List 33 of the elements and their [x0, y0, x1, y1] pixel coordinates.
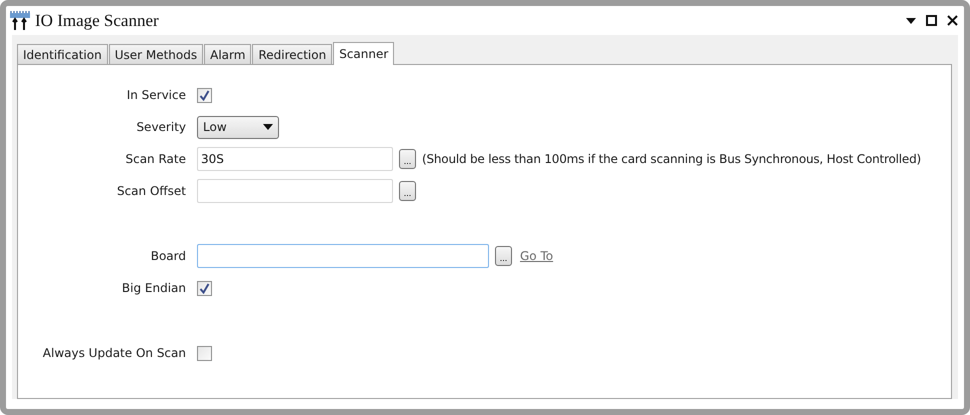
browse-button[interactable]: ... — [399, 149, 416, 169]
field-label: Severity — [135, 120, 186, 134]
dropdown[interactable]: Low — [197, 116, 279, 138]
tab[interactable]: Redirection — [252, 44, 332, 64]
field-label: Board — [150, 249, 186, 263]
close-icon[interactable] — [947, 15, 958, 26]
tab[interactable]: User Methods — [108, 44, 204, 64]
hint-text: (Should be less than 100ms if the card scanning is Bus Synchronous, Host Controlled) — [422, 152, 921, 166]
checkbox[interactable] — [197, 88, 212, 102]
checkmark-icon — [199, 90, 210, 100]
tab[interactable]: Alarm — [204, 44, 252, 64]
tab[interactable]: Identification — [17, 44, 108, 64]
field-label: Always Update On Scan — [42, 346, 186, 360]
input-field[interactable] — [197, 179, 393, 203]
input-field[interactable]: 30S — [197, 147, 393, 171]
caret-icon — [263, 124, 273, 130]
input-field[interactable] — [197, 244, 489, 268]
field-label: Scan Rate — [124, 152, 186, 166]
checkmark-icon — [199, 282, 210, 294]
checkbox[interactable] — [197, 280, 212, 296]
field-label: In Service — [126, 88, 186, 102]
maximize-icon[interactable] — [926, 15, 937, 26]
tab[interactable]: Scanner — [333, 42, 394, 65]
browse-button[interactable]: ... — [495, 246, 512, 266]
browse-button[interactable]: ... — [399, 181, 416, 201]
field-label: Scan Offset — [116, 184, 186, 198]
window-title: IO Image Scanner — [35, 10, 160, 30]
checkbox[interactable] — [197, 346, 212, 360]
dropdown-value: Low — [203, 120, 227, 134]
scanner-icon — [9, 10, 31, 30]
dropdown-icon[interactable] — [906, 18, 916, 24]
go-to-link[interactable]: Go To — [520, 249, 554, 263]
field-label: Big Endian — [120, 281, 186, 295]
